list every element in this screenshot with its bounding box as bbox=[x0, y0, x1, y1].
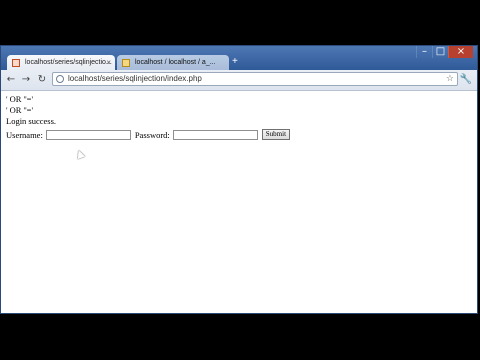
window-controls: – □ × bbox=[416, 46, 473, 60]
tab-label: localhost/series/sqlinjectio... bbox=[25, 59, 112, 66]
maximize-button[interactable]: □ bbox=[432, 46, 448, 58]
browser-window: localhost/series/sqlinjectio... × localh… bbox=[0, 45, 478, 314]
wrench-menu-icon[interactable]: 🔧 bbox=[460, 73, 472, 87]
password-input[interactable] bbox=[172, 129, 258, 140]
output-line: ' OR ''=' bbox=[6, 105, 33, 115]
address-bar[interactable]: localhost/series/sqlinjection/index.php … bbox=[52, 72, 458, 86]
mouse-cursor-icon bbox=[74, 148, 86, 160]
close-window-button[interactable]: × bbox=[448, 46, 473, 58]
back-button[interactable]: ← bbox=[5, 73, 17, 87]
video-letterbox-top bbox=[0, 0, 480, 45]
page-favicon-icon bbox=[122, 59, 130, 67]
forward-button[interactable]: → bbox=[20, 73, 32, 87]
login-status-text: Login success. bbox=[6, 116, 57, 126]
tab-label: localhost / localhost / a_... bbox=[135, 59, 216, 66]
minimize-button[interactable]: – bbox=[416, 46, 432, 58]
login-form: Username: Password: Submit bbox=[6, 129, 291, 140]
password-label: Password: bbox=[134, 129, 170, 140]
page-favicon-icon bbox=[12, 59, 20, 67]
browser-toolbar: ← → ↻ localhost/series/sqlinjection/inde… bbox=[1, 70, 477, 91]
username-input[interactable] bbox=[45, 129, 131, 140]
title-bar: localhost/series/sqlinjectio... × localh… bbox=[1, 46, 477, 71]
page-content: ' OR ''=' ' OR ''=' Login success. Usern… bbox=[1, 91, 477, 313]
globe-icon bbox=[56, 75, 64, 83]
username-label: Username: bbox=[6, 129, 43, 140]
reload-button[interactable]: ↻ bbox=[36, 73, 48, 87]
tab-phpmyadmin[interactable]: localhost / localhost / a_... bbox=[117, 55, 229, 71]
url-text[interactable]: localhost/series/sqlinjection/index.php bbox=[68, 73, 202, 85]
submit-button[interactable]: Submit bbox=[261, 129, 291, 140]
output-line: ' OR ''=' bbox=[6, 94, 33, 104]
new-tab-button[interactable]: + bbox=[232, 56, 238, 68]
tab-close-icon[interactable]: × bbox=[106, 55, 111, 71]
video-letterbox-bottom bbox=[0, 314, 480, 360]
bookmark-star-icon[interactable]: ☆ bbox=[446, 73, 454, 85]
tab-sqlinjection[interactable]: localhost/series/sqlinjectio... × bbox=[7, 55, 115, 71]
